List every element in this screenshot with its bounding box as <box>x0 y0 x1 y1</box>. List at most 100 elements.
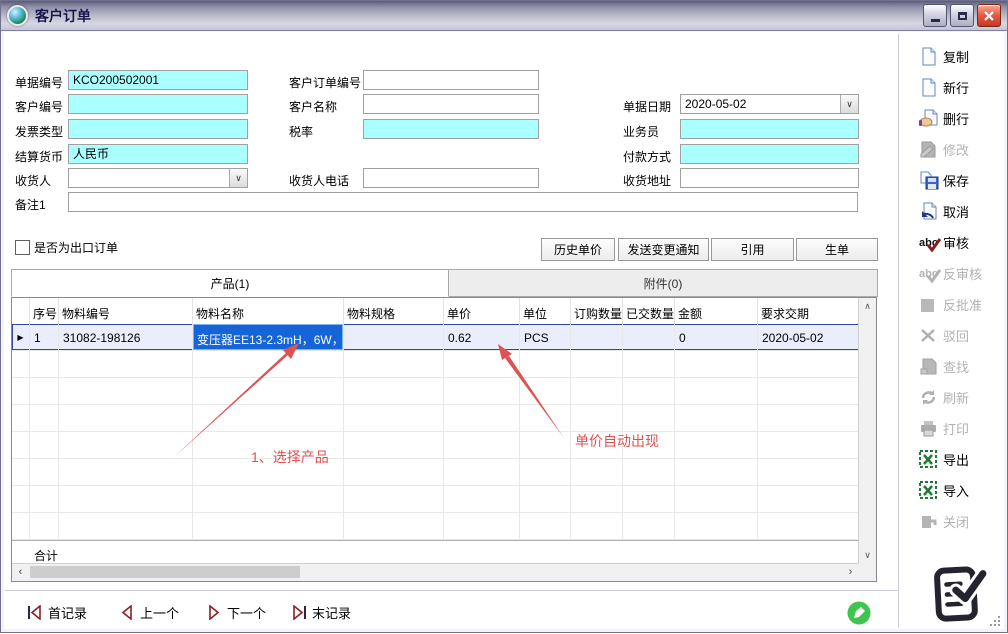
cell-col1[interactable] <box>30 405 59 431</box>
cell-col8[interactable] <box>623 405 675 431</box>
cell-col8[interactable] <box>623 486 675 512</box>
cell-col4[interactable] <box>344 405 444 431</box>
modify-button[interactable]: 修改 <box>901 134 1005 165</box>
print-button[interactable]: 打印 <box>901 413 1005 444</box>
cell-col3[interactable] <box>193 486 344 512</box>
cell-col10[interactable] <box>758 405 859 431</box>
cell-col2[interactable] <box>59 459 193 485</box>
payment_method-field[interactable] <box>680 144 859 164</box>
cell-col4[interactable] <box>344 432 444 458</box>
copy-button[interactable]: 复制 <box>901 41 1005 72</box>
cell-col1[interactable] <box>30 351 59 377</box>
cell-col10[interactable]: 2020-05-02 <box>758 324 859 350</box>
cell-col9[interactable] <box>675 486 758 512</box>
cell-col9[interactable] <box>675 513 758 539</box>
row-marker-cell[interactable] <box>12 351 30 377</box>
row-marker-cell[interactable]: ▶ <box>12 324 30 350</box>
doc_date-field[interactable]: 2020-05-02∨ <box>680 94 859 114</box>
cell-col1[interactable]: 1 <box>30 324 59 350</box>
send_change_notice-button[interactable]: 发送变更通知 <box>618 238 709 261</box>
cell-col3[interactable] <box>193 378 344 404</box>
scroll-left-button[interactable]: ‹ <box>12 564 29 580</box>
cell-col2[interactable] <box>59 513 193 539</box>
unaudit-button[interactable]: abc反审核 <box>901 258 1005 289</box>
horizontal-scrollbar[interactable]: ‹ › <box>12 563 859 581</box>
cell-col6[interactable] <box>520 405 571 431</box>
reject-button[interactable]: 驳回 <box>901 320 1005 351</box>
import-button[interactable]: 导入 <box>901 475 1005 506</box>
cell-col8[interactable] <box>623 513 675 539</box>
cell-col6[interactable] <box>520 351 571 377</box>
scroll-down-button[interactable]: ∨ <box>859 547 876 564</box>
resize-grip[interactable] <box>989 614 1001 626</box>
save-button[interactable]: 保存 <box>901 165 1005 196</box>
new_row-button[interactable]: 新行 <box>901 72 1005 103</box>
row-marker-cell[interactable] <box>12 405 30 431</box>
first-record-button[interactable]: 首记录 <box>27 599 87 625</box>
consignee-dropdown-button[interactable]: ∨ <box>229 169 247 187</box>
row-marker-cell[interactable] <box>12 378 30 404</box>
cell-col1[interactable] <box>30 486 59 512</box>
tab-products[interactable]: 产品(1) <box>11 269 449 297</box>
doc_date-dropdown-button[interactable]: ∨ <box>840 95 858 113</box>
cell-col2[interactable]: 31082-198126 <box>59 324 193 350</box>
minimize-button[interactable] <box>923 4 947 27</box>
tab-attachments[interactable]: 附件(0) <box>449 269 878 297</box>
cell-col3[interactable] <box>193 405 344 431</box>
cell-col2[interactable] <box>59 351 193 377</box>
cell-col5[interactable] <box>444 432 520 458</box>
close-button[interactable] <box>977 4 1001 27</box>
cell-col9[interactable] <box>675 459 758 485</box>
cell-col5[interactable] <box>444 378 520 404</box>
refresh-button[interactable]: 刷新 <box>901 382 1005 413</box>
find-button[interactable]: 查找 <box>901 351 1005 382</box>
cell-col8[interactable] <box>623 324 675 350</box>
cell-col7[interactable] <box>571 405 623 431</box>
cell-col2[interactable] <box>59 405 193 431</box>
cell-col4[interactable] <box>344 459 444 485</box>
cell-col5[interactable] <box>444 459 520 485</box>
cell-col9[interactable]: 0 <box>675 324 758 350</box>
horizontal-scroll-thumb[interactable] <box>30 566 300 578</box>
cell-col7[interactable] <box>571 378 623 404</box>
export-order-checkbox[interactable] <box>15 240 30 255</box>
vertical-scrollbar[interactable]: ∧ ∨ <box>858 298 876 564</box>
customer_order_no-field[interactable] <box>363 70 539 90</box>
cell-col6[interactable] <box>520 432 571 458</box>
row-marker-cell[interactable] <box>12 432 30 458</box>
currency-field[interactable]: 人民币 <box>68 144 248 164</box>
cell-col5[interactable] <box>444 405 520 431</box>
cell-col5[interactable]: 0.62 <box>444 324 520 350</box>
cell-col4[interactable] <box>344 486 444 512</box>
cell-col1[interactable] <box>30 459 59 485</box>
cell-col5[interactable] <box>444 513 520 539</box>
cell-col7[interactable] <box>571 324 623 350</box>
quote-button[interactable]: 引用 <box>711 238 794 261</box>
cell-col2[interactable] <box>59 378 193 404</box>
cell-col6[interactable] <box>520 513 571 539</box>
cell-col3[interactable]: 变压器EE13-2.3mH，6W， <box>193 324 344 350</box>
cell-col5[interactable] <box>444 486 520 512</box>
cell-col6[interactable]: PCS <box>520 324 571 350</box>
customer_no-field[interactable] <box>68 94 248 114</box>
cell-col10[interactable] <box>758 432 859 458</box>
unapprove-button[interactable]: 反批准 <box>901 289 1005 320</box>
maximize-button[interactable] <box>950 4 974 27</box>
scroll-right-button[interactable]: › <box>842 564 859 580</box>
salesman-field[interactable] <box>680 119 859 139</box>
audit-button[interactable]: abc审核 <box>901 227 1005 258</box>
cell-col8[interactable] <box>623 378 675 404</box>
cancel-button[interactable]: 取消 <box>901 196 1005 227</box>
cell-col7[interactable] <box>571 351 623 377</box>
cell-col6[interactable] <box>520 459 571 485</box>
cell-col2[interactable] <box>59 486 193 512</box>
cell-col10[interactable] <box>758 513 859 539</box>
row-marker-cell[interactable] <box>12 513 30 539</box>
cell-col9[interactable] <box>675 405 758 431</box>
delivery_address-field[interactable] <box>680 168 859 188</box>
consignee_phone-field[interactable] <box>363 168 539 188</box>
cell-col8[interactable] <box>623 459 675 485</box>
cell-col1[interactable] <box>30 378 59 404</box>
cell-col8[interactable] <box>623 351 675 377</box>
doc_no-field[interactable]: KCO200502001 <box>68 70 248 90</box>
